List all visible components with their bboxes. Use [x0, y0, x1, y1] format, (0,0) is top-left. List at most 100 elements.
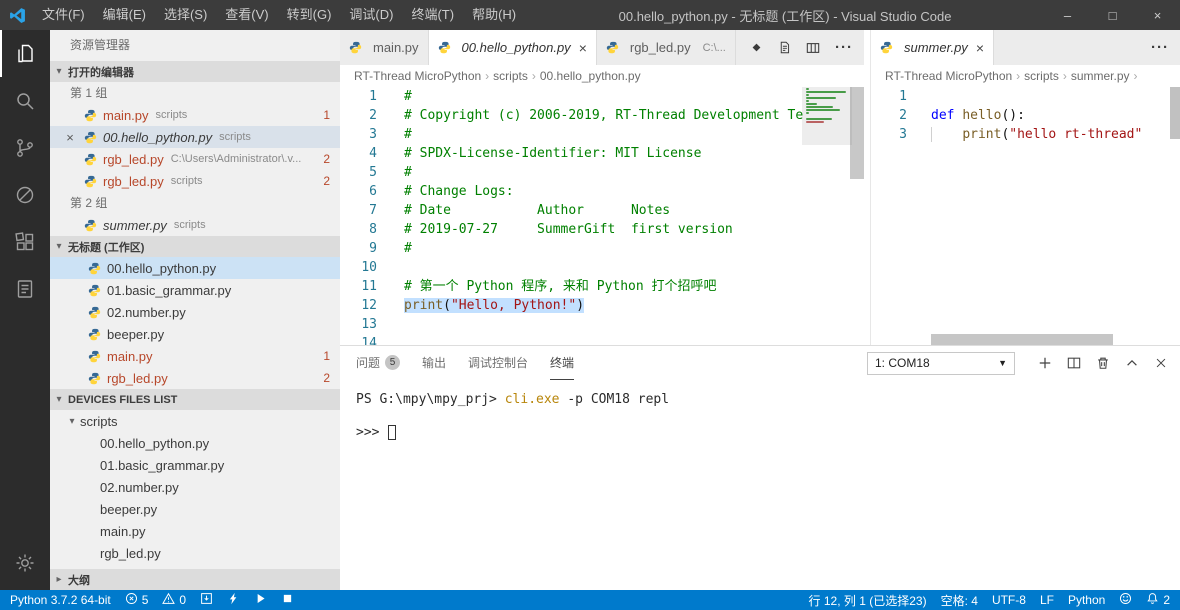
menu-item[interactable]: 调试(D): [340, 0, 402, 30]
code-line[interactable]: 1#: [340, 87, 804, 106]
breadcrumb-item[interactable]: scripts: [1024, 69, 1059, 83]
vertical-scrollbar-2[interactable]: [1170, 87, 1180, 345]
status-feedback[interactable]: [1119, 592, 1132, 608]
workspace-file[interactable]: 01.basic_grammar.py: [50, 279, 340, 301]
code-line[interactable]: 7# Date Author Notes: [340, 201, 804, 220]
split-editor-icon[interactable]: [806, 41, 820, 55]
vertical-scrollbar-1[interactable]: [850, 87, 864, 345]
workspace-file[interactable]: main.py1: [50, 345, 340, 367]
open-editor-item[interactable]: main.pyscripts1: [50, 104, 340, 126]
breadcrumb-item[interactable]: 00.hello_python.py: [540, 69, 641, 83]
code-editor-2[interactable]: 12def hello():3 print("hello rt-thread": [871, 87, 1170, 345]
open-editor-item[interactable]: ×00.hello_python.pyscripts: [50, 126, 340, 148]
menu-item[interactable]: 查看(V): [216, 0, 277, 30]
status-stop[interactable]: [281, 592, 294, 608]
panel-tab[interactable]: 终端: [550, 346, 574, 380]
explorer-icon[interactable]: [0, 30, 50, 77]
status-flash[interactable]: [227, 592, 240, 608]
folder-scripts[interactable]: ▾scripts: [50, 410, 340, 432]
maximize-panel-icon[interactable]: [1125, 356, 1139, 370]
status-bell[interactable]: 2: [1146, 592, 1170, 608]
workspace-file[interactable]: 00.hello_python.py: [50, 257, 340, 279]
debug-icon[interactable]: [0, 171, 50, 218]
code-line[interactable]: 13: [340, 315, 804, 334]
minimap-slider[interactable]: [802, 87, 852, 145]
source-control-icon[interactable]: [0, 124, 50, 171]
workspace-file[interactable]: 02.number.py: [50, 301, 340, 323]
close-icon[interactable]: ×: [1135, 0, 1180, 30]
workspace-file[interactable]: beeper.py: [50, 323, 340, 345]
run-file-icon[interactable]: [750, 41, 763, 54]
code-line[interactable]: 4# SPDX-License-Identifier: MIT License: [340, 144, 804, 163]
menu-item[interactable]: 编辑(E): [94, 0, 155, 30]
panel-tab[interactable]: 输出: [422, 346, 446, 380]
code-line[interactable]: 1: [871, 87, 1170, 106]
workspace-file[interactable]: rgb_led.py2: [50, 367, 340, 389]
device-files-icon[interactable]: [0, 265, 50, 312]
code-line[interactable]: 12print("Hello, Python!"): [340, 296, 804, 315]
code-line[interactable]: 14: [340, 334, 804, 345]
status-download[interactable]: [200, 592, 213, 608]
open-editor-item[interactable]: summer.pyscripts: [50, 214, 340, 236]
menu-item[interactable]: 转到(G): [278, 0, 341, 30]
search-icon[interactable]: [0, 77, 50, 124]
status-item[interactable]: UTF-8: [992, 593, 1026, 607]
open-preview-icon[interactable]: [778, 41, 791, 54]
code-line[interactable]: 6# Change Logs:: [340, 182, 804, 201]
maximize-icon[interactable]: □: [1090, 0, 1135, 30]
editor-tab[interactable]: 00.hello_python.py×: [429, 30, 597, 65]
code-line[interactable]: 3 print("hello rt-thread": [871, 125, 1170, 144]
device-file[interactable]: rgb_led.py: [50, 542, 340, 564]
code-line[interactable]: 8# 2019-07-27 SummerGift first version: [340, 220, 804, 239]
close-icon[interactable]: ×: [62, 130, 78, 145]
code-line[interactable]: 9#: [340, 239, 804, 258]
more-actions-icon[interactable]: ···: [1151, 43, 1169, 53]
device-file[interactable]: 00.hello_python.py: [50, 432, 340, 454]
status-item[interactable]: LF: [1040, 593, 1054, 607]
breadcrumb-item[interactable]: summer.py: [1071, 69, 1130, 83]
code-line[interactable]: 10: [340, 258, 804, 277]
split-terminal-icon[interactable]: [1067, 356, 1081, 370]
close-icon[interactable]: ×: [579, 40, 587, 56]
extensions-icon[interactable]: [0, 218, 50, 265]
settings-gear-icon[interactable]: [0, 539, 50, 586]
minimap[interactable]: [804, 87, 850, 217]
code-line[interactable]: 5#: [340, 163, 804, 182]
more-actions-icon[interactable]: ···: [835, 43, 853, 53]
terminal-select[interactable]: 1: COM18 ▼: [867, 352, 1015, 375]
code-line[interactable]: 3#: [340, 125, 804, 144]
close-icon[interactable]: ×: [976, 40, 984, 56]
device-file[interactable]: beeper.py: [50, 498, 340, 520]
scrollbar-thumb[interactable]: [1170, 87, 1180, 139]
editor-tab[interactable]: main.py: [340, 30, 429, 65]
device-file[interactable]: 01.basic_grammar.py: [50, 454, 340, 476]
kill-terminal-icon[interactable]: [1096, 356, 1110, 370]
panel-tab[interactable]: 调试控制台: [468, 346, 528, 380]
code-line[interactable]: 2def hello():: [871, 106, 1170, 125]
breadcrumb-item[interactable]: RT-Thread MicroPython: [354, 69, 481, 83]
status-error[interactable]: 5: [125, 592, 149, 608]
status-warning[interactable]: 0: [162, 592, 186, 608]
scrollbar-thumb[interactable]: [850, 87, 864, 179]
status-item[interactable]: Python: [1068, 593, 1105, 607]
device-file[interactable]: 02.number.py: [50, 476, 340, 498]
device-file[interactable]: main.py: [50, 520, 340, 542]
new-terminal-icon[interactable]: [1038, 356, 1052, 370]
status-item[interactable]: Python 3.7.2 64-bit: [10, 593, 111, 607]
code-editor-1[interactable]: 1#2# Copyright (c) 2006-2019, RT-Thread …: [340, 87, 804, 345]
panel-tab[interactable]: 问题5: [356, 346, 400, 380]
menu-item[interactable]: 文件(F): [33, 0, 94, 30]
breadcrumb-item[interactable]: RT-Thread MicroPython: [885, 69, 1012, 83]
outline-header[interactable]: ▸大纲: [50, 569, 340, 590]
menu-item[interactable]: 帮助(H): [463, 0, 525, 30]
menu-item[interactable]: 选择(S): [155, 0, 216, 30]
open-editor-item[interactable]: rgb_led.pyC:\Users\Administrator\.v...2: [50, 148, 340, 170]
status-run[interactable]: [254, 592, 267, 608]
breadcrumb-item[interactable]: scripts: [493, 69, 528, 83]
horizontal-scrollbar-2[interactable]: [931, 334, 1170, 345]
status-item[interactable]: 空格: 4: [941, 592, 978, 609]
menu-item[interactable]: 终端(T): [402, 0, 463, 30]
minimize-icon[interactable]: –: [1045, 0, 1090, 30]
scrollbar-thumb[interactable]: [931, 334, 1113, 345]
editor-tab[interactable]: summer.py×: [871, 30, 994, 65]
